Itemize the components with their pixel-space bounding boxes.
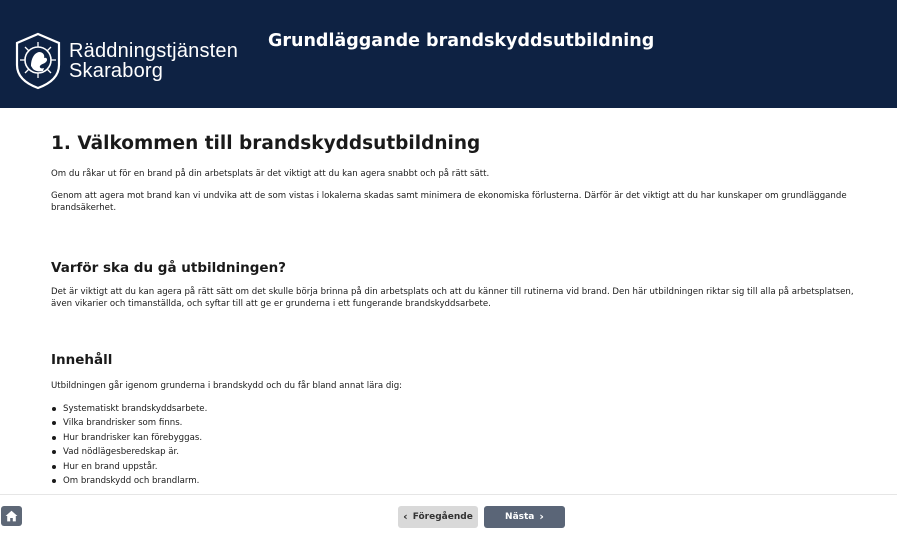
- next-button[interactable]: Nästa ›: [484, 506, 565, 528]
- content-intro: Utbildningen går igenom grunderna i bran…: [51, 381, 403, 391]
- chevron-right-icon: ›: [539, 510, 544, 523]
- content-heading: Innehåll: [51, 352, 113, 368]
- list-item: Vad nödlägesberedskap är.: [51, 445, 871, 459]
- previous-button[interactable]: ‹ Föregående: [398, 506, 478, 528]
- list-item: Vilka brandrisker som finns.: [51, 416, 871, 430]
- next-button-label: Nästa: [505, 512, 535, 522]
- home-button[interactable]: [1, 506, 22, 526]
- why-heading: Varför ska du gå utbildningen?: [51, 260, 287, 276]
- course-title: Grundläggande brandskyddsutbildning: [268, 31, 655, 51]
- navigation-footer: ‹ Föregående Nästa ›: [0, 494, 897, 536]
- intro-paragraph-1: Om du råkar ut för en brand på din arbet…: [51, 169, 490, 179]
- logo-wordmark: Räddningstjänsten Skaraborg: [69, 41, 238, 81]
- page-title: 1. Välkommen till brandskyddsutbildning: [51, 133, 481, 154]
- list-item: Om brandskydd och brandlarm.: [51, 474, 871, 488]
- organization-logo[interactable]: Räddningstjänsten Skaraborg: [13, 31, 238, 91]
- list-item: Hur brandrisker kan förebyggas.: [51, 431, 871, 445]
- chevron-left-icon: ‹: [403, 510, 408, 523]
- list-item: Systematiskt brandskyddsarbete.: [51, 402, 871, 416]
- lesson-content[interactable]: 1. Välkommen till brandskyddsutbildning …: [51, 130, 871, 494]
- list-item: Hur en brand uppstår.: [51, 460, 871, 474]
- shield-emblem-icon: [15, 32, 61, 90]
- home-icon: [5, 510, 18, 522]
- logo-line-1: Räddningstjänsten: [69, 40, 239, 62]
- previous-button-label: Föregående: [412, 512, 473, 522]
- why-paragraph: Det är viktigt att du kan agera på rätt …: [51, 287, 854, 309]
- logo-line-2: Skaraborg: [69, 60, 164, 82]
- content-list: Systematiskt brandskyddsarbete. Vilka br…: [51, 402, 871, 488]
- intro-paragraph-2: Genom att agera mot brand kan vi undvika…: [51, 191, 847, 213]
- header-bar: Räddningstjänsten Skaraborg Grundläggand…: [0, 0, 897, 108]
